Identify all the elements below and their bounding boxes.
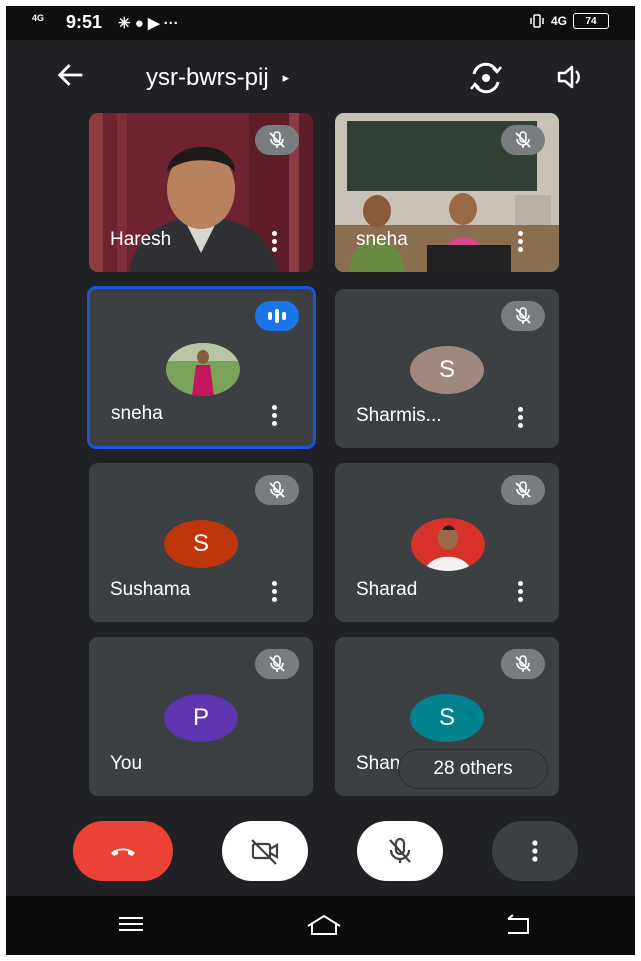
participant-name: Sushama — [110, 579, 191, 600]
participant-tile[interactable]: S Sushama — [89, 463, 313, 622]
avatar: S — [410, 346, 484, 394]
participant-tile-active[interactable]: sneha — [87, 286, 316, 449]
participant-tile[interactable]: sneha — [335, 113, 559, 272]
home-icon[interactable] — [304, 912, 344, 938]
battery-level: 74 — [585, 15, 597, 27]
participant-name: sneha — [111, 403, 163, 424]
mic-off-badge — [255, 475, 299, 505]
mic-toggle-button[interactable] — [357, 821, 443, 881]
more-options-icon[interactable] — [515, 578, 525, 604]
mic-off-icon — [269, 131, 285, 148]
mic-off-badge — [255, 125, 299, 155]
mic-off-badge — [501, 649, 545, 679]
participant-name: sneha — [356, 229, 408, 250]
more-options-button[interactable] — [492, 821, 578, 881]
status-bar: 4G 9:51 ✳ ● ▶ ··· 4G 74 — [6, 6, 635, 40]
back-arrow-icon[interactable] — [54, 58, 88, 92]
participant-name: Sharmis... — [356, 405, 442, 426]
system-nav-bar — [6, 896, 635, 955]
mic-off-badge — [501, 475, 545, 505]
avatar-photo — [411, 518, 485, 571]
camera-toggle-button[interactable] — [222, 821, 308, 881]
network-indicator-right: 4G — [550, 14, 567, 28]
more-options-icon[interactable] — [515, 404, 525, 430]
meeting-code: ysr-bwrs-pij — [146, 64, 269, 91]
clock: 9:51 — [66, 12, 103, 32]
speaking-badge — [255, 301, 299, 331]
avatar: P — [164, 694, 238, 742]
mic-off-icon — [269, 655, 285, 672]
mic-off-badge — [501, 125, 545, 155]
hang-up-icon — [111, 848, 135, 856]
mic-off-icon — [515, 131, 531, 148]
mic-off-icon — [269, 481, 285, 498]
participant-name: Shan — [356, 753, 401, 774]
participant-tile[interactable]: Haresh — [89, 113, 313, 272]
mic-off-icon — [515, 655, 531, 672]
end-call-button[interactable] — [73, 821, 173, 881]
back-icon[interactable] — [502, 912, 536, 938]
participant-tile-self[interactable]: P You — [89, 637, 313, 796]
avatar: S — [410, 694, 484, 742]
app-bar: ysr-bwrs-pij ▸ — [6, 40, 635, 112]
others-chip[interactable]: 28 others — [399, 750, 547, 788]
mic-off-icon — [515, 481, 531, 498]
more-options-icon[interactable] — [269, 228, 279, 254]
participant-name: Sharad — [356, 579, 418, 600]
more-options-icon[interactable] — [269, 402, 279, 428]
mic-off-badge — [255, 649, 299, 679]
mic-off-icon — [389, 837, 411, 863]
battery-icon: 74 — [573, 13, 609, 29]
avatar: S — [164, 520, 238, 568]
vibrate-icon — [530, 14, 544, 28]
participant-name: Haresh — [110, 229, 172, 250]
more-options-icon[interactable] — [515, 228, 525, 254]
participant-name: You — [110, 753, 143, 774]
mic-off-icon — [515, 307, 531, 324]
caret-right-icon: ▸ — [282, 70, 290, 85]
more-options-icon[interactable] — [269, 578, 279, 604]
menu-icon[interactable] — [116, 912, 146, 936]
status-right: 4G 74 — [529, 13, 609, 29]
mic-off-badge — [501, 301, 545, 331]
participant-tile[interactable]: Sharad — [335, 463, 559, 622]
avatar-photo — [166, 343, 240, 396]
network-indicator: 4G — [32, 13, 45, 23]
switch-camera-icon[interactable] — [468, 60, 504, 96]
notification-icons: ✳ ● ▶ ··· — [118, 15, 179, 32]
more-vert-icon — [532, 840, 538, 862]
participant-tile[interactable]: S Sharmis... — [335, 289, 559, 448]
meet-screen: 4G 9:51 ✳ ● ▶ ··· 4G 74 ysr-bwrs-pij ▸ H… — [6, 6, 635, 955]
camera-off-icon — [251, 839, 279, 865]
meeting-title[interactable]: ysr-bwrs-pij ▸ — [146, 64, 289, 92]
speaker-icon[interactable] — [554, 60, 588, 94]
